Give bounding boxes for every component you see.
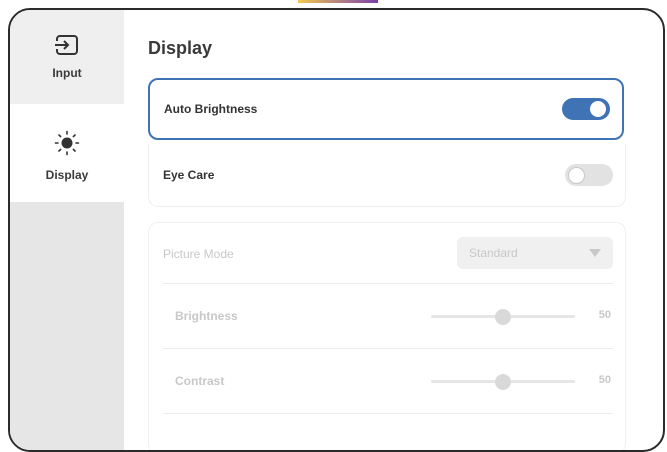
auto-brightness-row[interactable]: Auto Brightness — [148, 78, 624, 140]
auto-brightness-label: Auto Brightness — [164, 102, 258, 116]
sidebar-item-input[interactable]: Input — [10, 10, 124, 104]
toggle-knob — [590, 101, 606, 117]
picture-mode-label: Picture Mode — [163, 247, 234, 261]
contrast-label: Contrast — [175, 374, 225, 388]
sidebar-item-label: Display — [45, 168, 89, 182]
eye-care-row[interactable]: Eye Care — [148, 144, 626, 207]
page-title: Display — [148, 38, 213, 58]
input-icon — [54, 35, 78, 55]
brightness-slider-thumb[interactable] — [495, 309, 511, 325]
brightness-icon — [54, 130, 80, 156]
auto-brightness-toggle[interactable] — [562, 98, 610, 120]
sidebar-item-display[interactable]: Display — [10, 104, 124, 202]
divider — [163, 348, 613, 349]
contrast-slider[interactable] — [431, 374, 575, 390]
picture-mode-value: Standard — [469, 246, 518, 260]
toggle-knob — [568, 167, 585, 184]
divider — [163, 283, 613, 284]
brightness-label: Brightness — [175, 309, 238, 323]
brightness-slider[interactable] — [431, 309, 575, 325]
eye-care-toggle[interactable] — [565, 164, 613, 186]
picture-mode-select[interactable]: Standard — [457, 237, 613, 269]
contrast-value: 50 — [598, 374, 611, 386]
divider — [163, 413, 613, 414]
sidebar-empty-area — [10, 202, 124, 450]
eye-care-label: Eye Care — [163, 168, 215, 182]
top-accent-bar — [298, 0, 378, 3]
brightness-value: 50 — [598, 309, 611, 321]
sidebar-item-label: Input — [52, 66, 82, 80]
display-settings-window: Input Display Display Auto Brightness Ey… — [8, 8, 665, 452]
contrast-slider-thumb[interactable] — [495, 374, 511, 390]
chevron-down-icon — [589, 249, 601, 257]
picture-settings-card: Picture Mode Standard Brightness 50 Cont… — [148, 222, 626, 450]
